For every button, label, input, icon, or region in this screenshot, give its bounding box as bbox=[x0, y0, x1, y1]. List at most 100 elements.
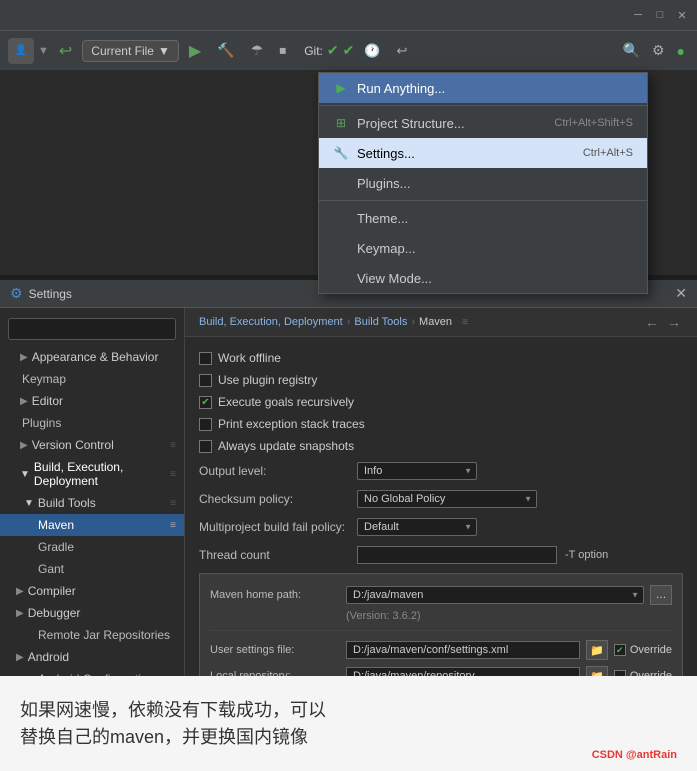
maven-home-select[interactable]: D:/java/maven bbox=[346, 586, 644, 604]
ide-titlebar: ─ □ ✕ bbox=[0, 0, 697, 30]
sidebar-item-keymap[interactable]: Keymap bbox=[0, 368, 184, 390]
current-file-dropdown-icon: ▼ bbox=[158, 44, 170, 58]
project-structure-icon: ⊞ bbox=[333, 115, 349, 131]
sidebar-item-plugins[interactable]: Plugins bbox=[0, 412, 184, 434]
expand-icon-build-tools: ▼ bbox=[24, 498, 34, 509]
user-settings-browse-button[interactable]: 📁 bbox=[586, 640, 608, 660]
work-offline-label[interactable]: Work offline bbox=[199, 351, 281, 365]
settings-search-input[interactable] bbox=[8, 318, 176, 340]
stop-button[interactable]: ⏹ bbox=[273, 39, 292, 62]
git-history-button[interactable]: 🕐 bbox=[358, 40, 386, 62]
work-offline-checkbox[interactable] bbox=[199, 352, 212, 365]
always-update-checkbox[interactable] bbox=[199, 440, 212, 453]
menu-item-view-mode[interactable]: View Mode... bbox=[319, 263, 647, 293]
search-button[interactable]: 🔍 bbox=[619, 40, 644, 61]
current-file-button[interactable]: Current File ▼ bbox=[82, 40, 179, 62]
menu-item-settings[interactable]: 🔧 Settings... Ctrl+Alt+S bbox=[319, 138, 647, 168]
nav-back-arrow[interactable]: ← bbox=[643, 314, 661, 330]
thread-count-input[interactable] bbox=[357, 546, 557, 564]
settings-content: Build, Execution, Deployment › Build Too… bbox=[185, 308, 697, 735]
thread-option-text: -T option bbox=[565, 549, 608, 561]
avatar-dropdown[interactable]: ▼ bbox=[38, 45, 49, 57]
menu-item-run-anything[interactable]: ▶ Run Anything... bbox=[319, 73, 647, 103]
menu-item-theme[interactable]: Theme... bbox=[319, 203, 647, 233]
output-level-select[interactable]: Info Debug Warn Error bbox=[357, 462, 477, 480]
sidebar-item-gant[interactable]: Gant bbox=[0, 558, 184, 580]
sidebar-item-build-tools[interactable]: ▼ Build Tools ≡ bbox=[0, 492, 184, 514]
sidebar-label-version-control: Version Control bbox=[32, 438, 114, 452]
work-offline-text: Work offline bbox=[218, 351, 281, 365]
run-button[interactable]: ▶ bbox=[183, 38, 207, 64]
project-structure-label: Project Structure... bbox=[357, 116, 465, 131]
thread-count-label: Thread count bbox=[199, 548, 349, 562]
git-undo-button[interactable]: ↩ bbox=[391, 40, 414, 62]
expand-icon: ▶ bbox=[20, 396, 28, 407]
plugins-label: Plugins... bbox=[357, 176, 410, 191]
content-body: Work offline Use plugin registry ✔ Execu… bbox=[185, 337, 697, 728]
sidebar-label-build-tools: Build Tools bbox=[38, 496, 96, 510]
menu-item-keymap[interactable]: Keymap... bbox=[319, 233, 647, 263]
print-exceptions-checkbox[interactable] bbox=[199, 418, 212, 431]
settings-shortcut: Ctrl+Alt+S bbox=[583, 147, 633, 159]
nav-forward-arrow[interactable]: → bbox=[665, 314, 683, 330]
bulb-button[interactable]: ● bbox=[673, 41, 689, 61]
sidebar-item-maven[interactable]: Maven ≡ bbox=[0, 514, 184, 536]
user-settings-override[interactable]: ✔ Override bbox=[614, 644, 672, 656]
sidebar-item-debugger[interactable]: ▶ Debugger bbox=[0, 602, 184, 624]
maximize-button[interactable]: □ bbox=[653, 8, 667, 22]
use-plugin-registry-label[interactable]: Use plugin registry bbox=[199, 373, 317, 387]
view-mode-icon bbox=[333, 270, 349, 286]
project-structure-shortcut: Ctrl+Alt+Shift+S bbox=[554, 117, 633, 129]
coverage-button[interactable]: ☂ bbox=[245, 39, 270, 62]
breadcrumb-build-tools[interactable]: Build Tools bbox=[354, 316, 407, 328]
always-update-text: Always update snapshots bbox=[218, 439, 354, 453]
execute-goals-label[interactable]: ✔ Execute goals recursively bbox=[199, 395, 354, 409]
sidebar-item-remote-jar[interactable]: Remote Jar Repositories bbox=[0, 624, 184, 646]
output-level-row: Output level: Info Debug Warn Error bbox=[199, 457, 683, 485]
expand-icon: ▶ bbox=[16, 586, 24, 597]
watermark: CSDN @antRain bbox=[592, 749, 677, 761]
sidebar-label-gradle: Gradle bbox=[38, 540, 74, 554]
sidebar-item-gradle[interactable]: Gradle bbox=[0, 536, 184, 558]
expand-icon: ▶ bbox=[20, 352, 28, 363]
plugins-icon bbox=[333, 175, 349, 191]
menu-item-project-structure[interactable]: ⊞ Project Structure... Ctrl+Alt+Shift+S bbox=[319, 108, 647, 138]
sidebar-item-editor[interactable]: ▶ Editor bbox=[0, 390, 184, 412]
print-exceptions-label[interactable]: Print exception stack traces bbox=[199, 417, 365, 431]
use-plugin-registry-checkbox[interactable] bbox=[199, 374, 212, 387]
maven-home-select-wrapper: D:/java/maven bbox=[346, 586, 644, 604]
user-settings-input[interactable] bbox=[346, 641, 580, 659]
sidebar-item-compiler[interactable]: ▶ Compiler bbox=[0, 580, 184, 602]
multiproject-policy-label: Multiproject build fail policy: bbox=[199, 520, 349, 534]
comment-text: 如果网速慢，依赖没有下载成功，可以替换自己的maven，并更换国内镜像 bbox=[20, 697, 326, 751]
sidebar-item-build-exec[interactable]: ▼ Build, Execution, Deployment ≡ bbox=[0, 456, 184, 492]
menu-item-plugins[interactable]: Plugins... bbox=[319, 168, 647, 198]
minimize-button[interactable]: ─ bbox=[631, 8, 645, 22]
sidebar-item-version-control[interactable]: ▶ Version Control ≡ bbox=[0, 434, 184, 456]
back-button[interactable]: ↩ bbox=[53, 38, 78, 64]
checksum-policy-select[interactable]: No Global Policy Ignore Warn Fail bbox=[357, 490, 537, 508]
expand-icon: ▶ bbox=[16, 608, 24, 619]
sidebar-item-android[interactable]: ▶ Android bbox=[0, 646, 184, 668]
maven-menu-icon: ≡ bbox=[170, 520, 176, 531]
gear-button[interactable]: ⚙ bbox=[648, 40, 669, 61]
sidebar-label-appearance: Appearance & Behavior bbox=[32, 350, 159, 364]
sidebar-label-build-exec: Build, Execution, Deployment bbox=[34, 460, 166, 488]
maven-home-browse-button[interactable]: … bbox=[650, 585, 672, 605]
sidebar-item-appearance[interactable]: ▶ Appearance & Behavior bbox=[0, 346, 184, 368]
build-button[interactable]: 🔨 bbox=[211, 39, 240, 62]
user-settings-override-checkbox[interactable]: ✔ bbox=[614, 644, 626, 656]
settings-close-button[interactable]: ✕ bbox=[675, 285, 687, 302]
multiproject-policy-select[interactable]: Default Fail at End Never Fail Fail Fast bbox=[357, 518, 477, 536]
multiproject-policy-select-wrapper: Default Fail at End Never Fail Fail Fast bbox=[357, 518, 477, 536]
always-update-label[interactable]: Always update snapshots bbox=[199, 439, 354, 453]
breadcrumb-build-exec[interactable]: Build, Execution, Deployment bbox=[199, 316, 343, 328]
breadcrumb-menu-icon[interactable]: ≡ bbox=[462, 317, 468, 328]
settings-sidebar: ▶ Appearance & Behavior Keymap ▶ Editor … bbox=[0, 308, 185, 735]
close-button[interactable]: ✕ bbox=[675, 8, 689, 22]
output-level-label: Output level: bbox=[199, 464, 349, 478]
avatar[interactable]: 👤 bbox=[8, 38, 34, 64]
execute-goals-checkbox[interactable]: ✔ bbox=[199, 396, 212, 409]
settings-icon: 🔧 bbox=[333, 145, 349, 161]
git-section: Git: ✔ ✔ 🕐 ↩ bbox=[304, 40, 413, 62]
